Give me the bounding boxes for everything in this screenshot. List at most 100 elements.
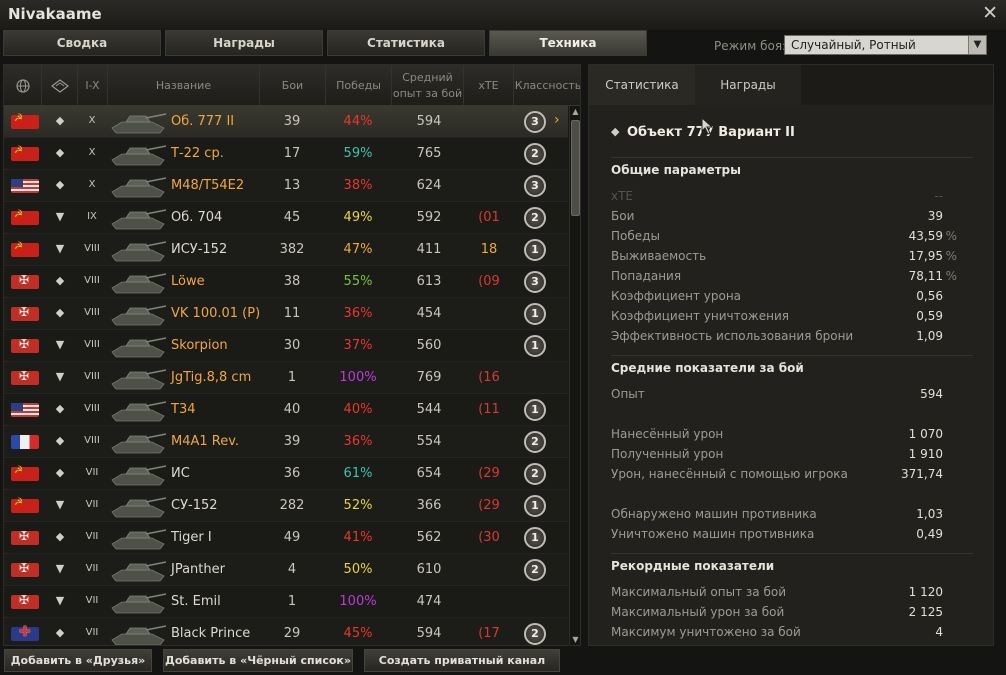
usa-flag-icon [11,179,39,193]
divider [611,355,973,356]
medium-tank-icon: ◆ [55,178,65,191]
stat-label: Эффективность использования брони [611,329,854,343]
vehicle-name: Black Prince [171,626,251,641]
scrollbar[interactable]: ▲ ▼ [569,106,580,645]
close-icon[interactable]: ✕ [982,3,998,23]
table-row[interactable]: ◆ VIII Löwe 38 55% 613 (09 3 [4,266,568,298]
table-row[interactable]: ▼ VII JPanther 4 50% 610 2 [4,554,568,586]
tab-statistics[interactable]: Статистика [327,30,485,56]
table-row[interactable]: ◆ X Об. 777 II 39 44% 594 3 › [4,106,568,138]
table-row[interactable]: ◆ VIII M4A1 Rev. 39 36% 554 2 [4,426,568,458]
vehicle-name: Skorpion [171,338,228,353]
stat-value: 1 910 [908,447,943,461]
stat-label: Уничтожено машин противника [611,527,815,541]
column-battles[interactable]: Бои [260,65,326,106]
tank-image [108,364,168,392]
table-row[interactable]: ▼ VIII JgTig.8,8 cm 1 100% 769 (16 [4,362,568,394]
tab-vehicles[interactable]: Техника [489,30,647,56]
chevron-down-icon[interactable]: ▼ [968,36,986,54]
column-name[interactable]: Название [108,65,260,106]
table-row[interactable]: ▼ VII СУ-152 282 52% 366 (29 1 [4,490,568,522]
tier-label: VII [85,531,99,542]
stat-label: Коэффициент урона [611,289,742,303]
ger-flag-icon [11,273,39,289]
tab-awards[interactable]: Награды [165,30,323,56]
heavy-tank-icon: ◆ [55,114,65,127]
avg-exp: 594 [416,626,442,641]
table-row[interactable]: ◆ VIII VK 100.01 (P) 11 36% 454 1 [4,298,568,330]
vehicle-name: СУ-152 [171,498,218,513]
mastery-badge-icon: 1 [524,399,546,421]
stat-row: Коэффициент урона 0,56 [611,289,973,307]
column-wins[interactable]: Победы [326,65,392,106]
battles-count: 30 [283,338,301,353]
mastery-badge-icon: 1 [524,335,546,357]
stat-label: Урон, нанесённый с помощью игрока [611,467,848,481]
table-row[interactable]: ▼ VIII ИСУ-152 382 47% 411 18 1 [4,234,568,266]
scroll-up-icon[interactable]: ▲ [570,106,580,118]
stat-value: 0,56 [916,289,943,303]
ger-flag-icon [11,337,39,353]
column-xte[interactable]: xTE [464,65,514,106]
tab-vehicle-awards[interactable]: Награды [695,65,801,105]
table-row[interactable]: ▼ VII St. Emil 1 100% 474 [4,586,568,618]
tab-summary[interactable]: Сводка [3,30,161,56]
mastery-badge-icon: 2 [524,559,546,581]
mastery-badge-icon: 2 [524,463,546,485]
battle-mode-select[interactable]: Случайный, Ротный ▼ [784,35,987,55]
table-row[interactable]: ▼ VIII Skorpion 30 37% 560 1 [4,330,568,362]
battles-count: 282 [279,498,305,513]
stat-row: Победы 43,59% [611,229,973,247]
table-row[interactable]: ▼ IX Об. 704 45 49% 592 (01 2 [4,202,568,234]
tank-image [108,332,168,360]
add-blacklist-button[interactable]: Добавить в «Чёрный список» [163,649,353,672]
vehicle-name: St. Emil [171,594,221,609]
xte-value: (29 [478,498,500,513]
battle-mode-label: Режим боя: [714,39,787,53]
td-icon: ▼ [55,210,65,223]
heavy-tank-icon: ◆ [55,434,65,447]
stat-value: 43,59 [908,229,943,243]
table-row[interactable]: ◆ VII ИС 36 61% 654 (29 2 [4,458,568,490]
column-tier[interactable]: I-X [78,65,108,106]
add-friend-button[interactable]: Добавить в «Друзья» [4,649,152,672]
column-avg-exp[interactable]: Средний опыт за бой [392,65,464,106]
table-row[interactable]: ◆ X Т-22 ср. 17 59% 765 2 [4,138,568,170]
stat-value: 1 070 [908,427,943,441]
section-title: Средние показатели за бой [611,361,804,375]
win-rate: 40% [343,402,373,417]
table-row[interactable]: ◆ VII Black Prince 29 45% 594 (17 2 [4,618,568,645]
ger-flag-icon [11,593,39,609]
stat-unit: % [945,229,957,243]
create-private-channel-button[interactable]: Создать приватный канал [364,649,560,672]
ger-flag-icon [11,529,39,545]
ger-flag-icon [11,305,39,321]
table-row[interactable]: ◆ X M48/T54E2 13 38% 624 3 [4,170,568,202]
avg-exp: 769 [416,370,442,385]
win-rate: 36% [343,306,373,321]
stat-row: Обнаружено машин противника 1,03 [611,507,973,525]
win-rate: 100% [339,594,377,609]
stat-value: -- [934,189,943,203]
stat-label: Попадания [611,269,682,283]
avg-exp: 454 [416,306,442,321]
stat-value: 78,11 [908,269,943,283]
stat-label: Опыт [611,387,645,401]
globe-icon[interactable] [4,65,42,106]
table-row[interactable]: ◆ VII Tiger I 49 41% 562 (30 1 [4,522,568,554]
td-icon: ▼ [55,562,65,575]
stat-row: Урон, нанесённый с помощью игрока 371,74 [611,467,973,485]
table-row[interactable]: ◆ VIII T34 40 40% 544 (11 1 [4,394,568,426]
scroll-down-icon[interactable]: ▼ [570,634,580,645]
stat-value: 371,74 [901,467,943,481]
tank-image [108,588,168,616]
tier-label: X [88,115,96,126]
stat-label: Максимальный опыт за бой [611,585,786,599]
vehicle-type-icon[interactable] [42,65,78,106]
win-rate: 55% [343,274,373,289]
battle-mode-value: Случайный, Ротный [791,38,916,52]
battles-count: 36 [283,466,301,481]
column-mastery[interactable]: Классность [514,65,580,106]
tab-vehicle-statistics[interactable]: Статистика [589,65,695,105]
scrollbar-thumb[interactable] [571,120,580,216]
